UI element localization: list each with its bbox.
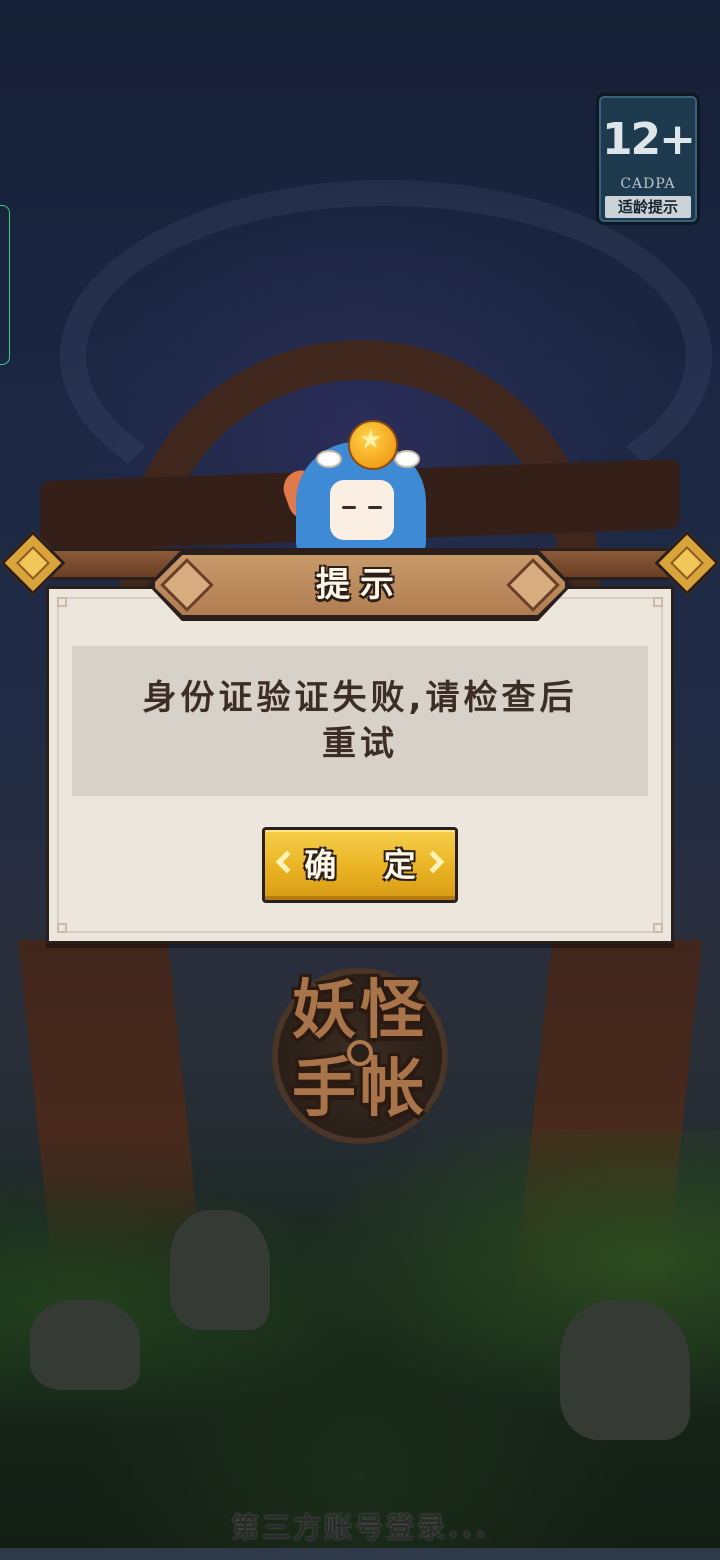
age-rating-number: 12+ — [601, 114, 696, 165]
character-eye — [342, 506, 356, 509]
age-rating-badge: 12+ CADPA 适龄提示 — [596, 93, 700, 225]
logo-center-ring-icon — [347, 1040, 373, 1066]
login-status-text: 第三方账号登录... — [231, 1511, 489, 1544]
dialog-message: 身份证验证失败,请检查后重试 — [142, 678, 578, 764]
corner-ornament — [653, 597, 663, 607]
character-face — [330, 480, 394, 540]
dialog-title: 提示 — [316, 565, 404, 605]
confirm-button-label: 确 定 — [304, 846, 434, 884]
mascot-character — [278, 420, 436, 562]
age-rating-org: CADPA — [620, 176, 676, 192]
corner-ornament — [57, 923, 67, 933]
corner-ornament — [653, 923, 663, 933]
age-rating-tip: 适龄提示 — [605, 196, 691, 218]
character-horn-right — [394, 450, 420, 468]
star-orb-icon — [348, 420, 398, 470]
logo-line-1: 妖怪 — [292, 974, 428, 1048]
edge-handle[interactable] — [0, 205, 10, 365]
character-eye — [368, 506, 382, 509]
character-horn-left — [316, 450, 342, 468]
confirm-button[interactable]: 确 定 — [262, 827, 458, 903]
bottom-bar — [0, 1548, 720, 1560]
message-box: 身份证验证失败,请检查后重试 — [72, 646, 648, 796]
corner-ornament — [57, 597, 67, 607]
